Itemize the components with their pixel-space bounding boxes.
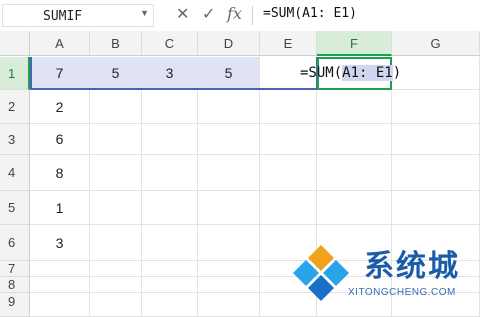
cell-c5[interactable] xyxy=(142,191,198,225)
column-header-a[interactable]: A xyxy=(30,31,90,56)
name-box-value: SUMIF xyxy=(43,9,83,24)
cell-c4[interactable] xyxy=(142,155,198,191)
cell-c6[interactable] xyxy=(142,225,198,261)
cell-c7[interactable] xyxy=(142,261,198,277)
cell-e2[interactable] xyxy=(260,90,317,124)
cell-f1-formula-editor[interactable]: =SUM(A1: E1) xyxy=(300,57,401,90)
cell-a1[interactable]: 7 xyxy=(30,57,90,90)
row-header-1[interactable]: 1 xyxy=(0,57,30,90)
cell-a4[interactable]: 8 xyxy=(30,155,90,191)
name-box[interactable]: SUMIF ▼ xyxy=(2,4,154,27)
cell-g2[interactable] xyxy=(392,90,480,124)
cell-e4[interactable] xyxy=(260,155,317,191)
watermark-text: 系统城 xyxy=(364,249,460,284)
row-header-5[interactable]: 5 xyxy=(0,191,30,225)
cell-b3[interactable] xyxy=(90,124,142,155)
select-all-corner[interactable] xyxy=(0,31,30,56)
cell-f2[interactable] xyxy=(317,90,392,124)
cell-c3[interactable] xyxy=(142,124,198,155)
watermark-url: XITONGCHENG.COM xyxy=(348,287,456,298)
cell-f5[interactable] xyxy=(317,191,392,225)
cell-d7[interactable] xyxy=(198,261,260,277)
row-header-6[interactable]: 6 xyxy=(0,225,30,261)
cell-a8[interactable] xyxy=(30,277,90,293)
cell-d3[interactable] xyxy=(198,124,260,155)
cell-a2[interactable]: 2 xyxy=(30,90,90,124)
fx-icon[interactable]: fx xyxy=(227,4,242,23)
cancel-icon[interactable]: ✕ xyxy=(176,4,189,24)
row-header-8[interactable]: 8 xyxy=(0,277,30,293)
cell-b1[interactable]: 5 xyxy=(90,57,142,90)
divider xyxy=(252,6,253,25)
cell-b6[interactable] xyxy=(90,225,142,261)
cell-a3[interactable]: 6 xyxy=(30,124,90,155)
cell-b8[interactable] xyxy=(90,277,142,293)
cell-d5[interactable] xyxy=(198,191,260,225)
formula-reference: A1: E1 xyxy=(342,65,393,81)
chevron-down-icon[interactable]: ▼ xyxy=(140,8,149,18)
cell-e5[interactable] xyxy=(260,191,317,225)
cell-f4[interactable] xyxy=(317,155,392,191)
column-header-b[interactable]: B xyxy=(90,31,142,56)
column-header-f[interactable]: F xyxy=(317,31,392,56)
row-header-4[interactable]: 4 xyxy=(0,155,30,191)
cell-g1[interactable] xyxy=(392,57,480,90)
formula-input[interactable]: =SUM(A1: E1) xyxy=(263,6,357,21)
cell-d9[interactable] xyxy=(198,293,260,317)
cell-a9[interactable] xyxy=(30,293,90,317)
cell-b2[interactable] xyxy=(90,90,142,124)
cell-c1[interactable]: 3 xyxy=(142,57,198,90)
cell-d6[interactable] xyxy=(198,225,260,261)
column-header-d[interactable]: D xyxy=(198,31,260,56)
column-header-g[interactable]: G xyxy=(392,31,480,56)
cell-b9[interactable] xyxy=(90,293,142,317)
watermark-logo: 系统城 XITONGCHENG.COM xyxy=(286,241,476,303)
cell-c2[interactable] xyxy=(142,90,198,124)
cell-a5[interactable]: 1 xyxy=(30,191,90,225)
cell-d1[interactable]: 5 xyxy=(198,57,260,90)
cell-g4[interactable] xyxy=(392,155,480,191)
cell-g3[interactable] xyxy=(392,124,480,155)
cell-b5[interactable] xyxy=(90,191,142,225)
cell-f3[interactable] xyxy=(317,124,392,155)
cell-b7[interactable] xyxy=(90,261,142,277)
formula-prefix: =SUM( xyxy=(300,65,343,81)
cell-a7[interactable] xyxy=(30,261,90,277)
cell-e3[interactable] xyxy=(260,124,317,155)
column-header-e[interactable]: E xyxy=(260,31,317,56)
row-header-3[interactable]: 3 xyxy=(0,124,30,155)
cell-d8[interactable] xyxy=(198,277,260,293)
formula-suffix: ) xyxy=(392,65,402,81)
cell-d2[interactable] xyxy=(198,90,260,124)
cell-g5[interactable] xyxy=(392,191,480,225)
cell-c8[interactable] xyxy=(142,277,198,293)
column-header-c[interactable]: C xyxy=(142,31,198,56)
row-header-9[interactable]: 9 xyxy=(0,293,30,317)
row-header-2[interactable]: 2 xyxy=(0,90,30,124)
confirm-icon[interactable]: ✓ xyxy=(202,4,215,24)
cell-a6[interactable]: 3 xyxy=(30,225,90,261)
row-header-7[interactable]: 7 xyxy=(0,261,30,277)
xitongcheng-logo-icon xyxy=(293,245,349,301)
cell-d4[interactable] xyxy=(198,155,260,191)
cell-c9[interactable] xyxy=(142,293,198,317)
cell-b4[interactable] xyxy=(90,155,142,191)
formula-bar: SUMIF ▼ ✕ ✓ fx =SUM(A1: E1) xyxy=(0,0,480,32)
